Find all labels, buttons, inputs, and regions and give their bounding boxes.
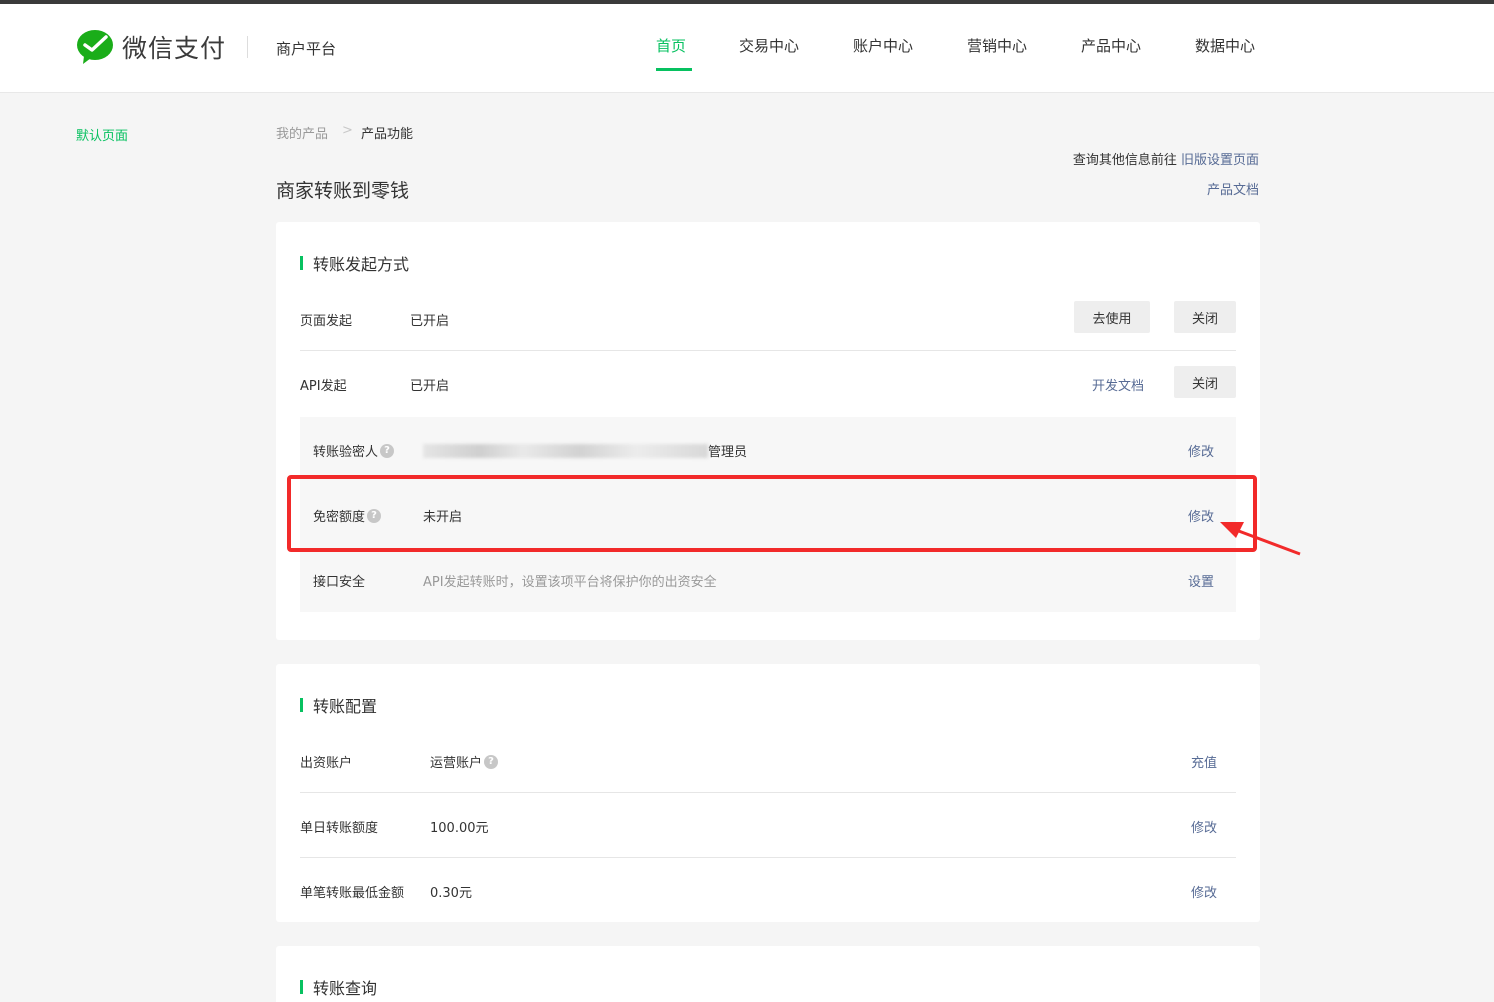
- question-icon[interactable]: ?: [367, 508, 382, 523]
- modify-free-limit-link[interactable]: 修改: [1188, 506, 1214, 525]
- verifier-label: 转账验密人: [313, 445, 379, 460]
- nav-data[interactable]: 数据中心: [1195, 35, 1255, 56]
- product-doc-link[interactable]: 产品文档: [1100, 179, 1259, 198]
- page-title: 商家转账到零钱: [276, 180, 410, 202]
- logo-divider: [247, 36, 248, 58]
- row-value: API发起转账时，设置该项平台将保护你的出资安全: [423, 575, 717, 590]
- row-page-initiate: 页面发起 已开启 去使用 关闭: [300, 286, 1236, 351]
- breadcrumb-separator: >: [342, 123, 353, 138]
- row-api-initiate: API发起 已开启 开发文档 关闭: [300, 351, 1236, 416]
- nav-account[interactable]: 账户中心: [853, 35, 913, 56]
- close-api-button[interactable]: 关闭: [1174, 366, 1236, 398]
- transfer-method-card: 转账发起方式 页面发起 已开启 去使用 关闭 API发起 已开启 开发文档 关闭…: [276, 222, 1260, 640]
- row-daily-limit: 单日转账额度 100.00元 修改: [300, 793, 1236, 858]
- row-api-security: 接口安全 API发起转账时，设置该项平台将保护你的出资安全 设置: [300, 547, 1236, 612]
- use-button[interactable]: 去使用: [1074, 301, 1150, 333]
- sidebar-item-default[interactable]: 默认页面: [76, 125, 128, 144]
- verifier-suffix: 管理员: [708, 445, 748, 460]
- row-label: 单笔转账最低金额: [300, 886, 405, 901]
- modify-min-amount-link[interactable]: 修改: [1191, 882, 1217, 901]
- nav-active-indicator: [656, 68, 692, 71]
- row-label: 转账验密人 ?: [313, 441, 395, 460]
- row-min-amount: 单笔转账最低金额 0.30元 修改: [300, 858, 1236, 923]
- modify-verifier-link[interactable]: 修改: [1188, 441, 1214, 460]
- question-icon[interactable]: ?: [484, 754, 499, 769]
- section-title: 转账发起方式: [300, 251, 409, 275]
- dev-doc-link[interactable]: 开发文档: [1092, 375, 1144, 394]
- nav-products[interactable]: 产品中心: [1081, 35, 1141, 56]
- set-api-security-link[interactable]: 设置: [1188, 571, 1214, 590]
- row-value: 未开启: [423, 510, 463, 525]
- row-label: API发起: [300, 379, 347, 394]
- row-label: 出资账户: [300, 756, 353, 771]
- row-value: 100.00元: [430, 821, 489, 836]
- breadcrumb-my-products[interactable]: 我的产品: [276, 123, 328, 142]
- funding-account-value: 运营账户: [430, 756, 483, 771]
- recharge-link[interactable]: 充值: [1191, 752, 1217, 771]
- modify-daily-limit-link[interactable]: 修改: [1191, 817, 1217, 836]
- row-status: 已开启: [410, 379, 450, 394]
- row-funding-account: 出资账户 运营账户 ? 充值: [300, 728, 1236, 793]
- logo-text: 微信支付: [122, 34, 227, 63]
- row-value: 管理员: [423, 441, 747, 460]
- header: 微信支付 商户平台 首页 交易中心 账户中心 营销中心 产品中心 数据中心: [0, 4, 1494, 93]
- section-title: 转账配置: [300, 693, 377, 717]
- redacted-value: [423, 443, 708, 458]
- free-limit-label: 免密额度: [313, 510, 366, 525]
- row-label: 接口安全: [313, 575, 366, 590]
- red-arrow-annotation-icon: [1220, 522, 1301, 556]
- logo[interactable]: 微信支付: [76, 28, 226, 66]
- question-icon[interactable]: ?: [380, 443, 395, 458]
- section-title: 转账查询: [300, 975, 377, 999]
- row-status: 已开启: [410, 314, 450, 329]
- old-settings-link[interactable]: 旧版设置页面: [1181, 153, 1259, 168]
- query-text: 查询其他信息前往: [1072, 153, 1177, 168]
- nav-transactions[interactable]: 交易中心: [739, 35, 799, 56]
- transfer-config-card: 转账配置 出资账户 运营账户 ? 充值 单日转账额度 100.00元 修改 单笔…: [276, 664, 1260, 922]
- close-page-button[interactable]: 关闭: [1174, 301, 1236, 333]
- wechat-pay-logo-icon: [77, 30, 113, 64]
- row-value: 运营账户 ?: [430, 752, 499, 771]
- transfer-query-card: 转账查询: [276, 946, 1260, 1002]
- row-label: 单日转账额度: [300, 821, 379, 836]
- query-info: 查询其他信息前往 旧版设置页面: [1010, 149, 1259, 168]
- platform-label: 商户平台: [276, 40, 337, 58]
- breadcrumb-current: 产品功能: [361, 127, 414, 142]
- nav-home[interactable]: 首页: [656, 35, 686, 56]
- nav-marketing[interactable]: 营销中心: [967, 35, 1027, 56]
- row-label: 页面发起: [300, 314, 353, 329]
- row-value: 0.30元: [430, 886, 472, 901]
- row-label: 免密额度 ?: [313, 506, 382, 525]
- row-verifier: 转账验密人 ? 管理员 修改: [300, 417, 1236, 482]
- row-free-limit: 免密额度 ? 未开启 修改: [300, 482, 1236, 547]
